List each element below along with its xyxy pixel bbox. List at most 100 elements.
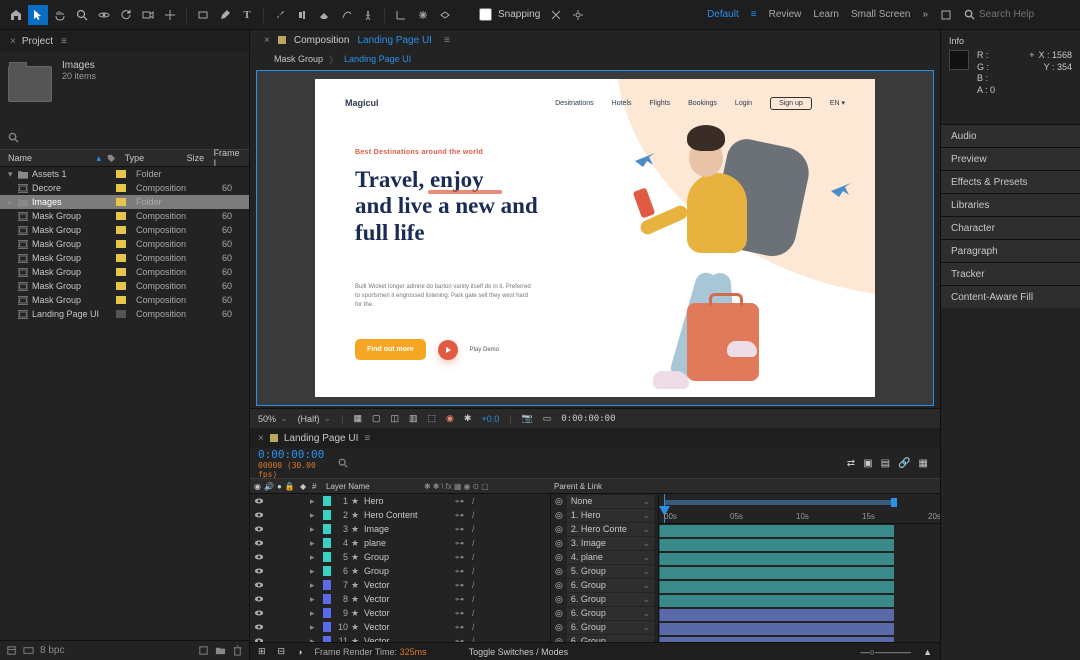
timeline-tracks[interactable]: 00s05s10s15s20s25s30s35s40s45s [658, 494, 940, 642]
expand-icon[interactable]: ▸ [310, 524, 320, 535]
tl-footer-icon[interactable]: ◑ [297, 647, 302, 657]
pickwhip-icon[interactable]: ◎ [555, 510, 563, 521]
search-help-input[interactable] [979, 9, 1069, 20]
work-area-handle[interactable] [891, 498, 897, 507]
workspace-more-icon[interactable]: » [922, 9, 928, 20]
layer-row[interactable]: ▸5★Group⊶/ [250, 550, 550, 564]
interpret-icon[interactable] [6, 645, 17, 656]
expand-icon[interactable]: ▸ [310, 566, 320, 577]
side-panel-character[interactable]: Character [941, 216, 1080, 239]
camera-tool-icon[interactable] [138, 5, 158, 25]
layer-bar[interactable] [659, 525, 894, 537]
tl-opt-icon[interactable]: ▣ [863, 458, 872, 469]
pickwhip-icon[interactable]: ◎ [555, 496, 563, 507]
layer-color-chip[interactable] [323, 524, 331, 534]
layer-row[interactable]: ▸4★plane⊶/ [250, 536, 550, 550]
clone-tool-icon[interactable] [292, 5, 312, 25]
col-layer-name[interactable]: Layer Name [326, 482, 424, 491]
color-mgmt-icon[interactable]: ◉ [446, 413, 454, 424]
col-tag-icon[interactable] [107, 154, 125, 163]
work-area-bar[interactable] [664, 500, 894, 505]
tl-footer-icon[interactable]: —○———— [861, 647, 911, 657]
project-settings-icon[interactable] [23, 645, 34, 656]
side-panel-preview[interactable]: Preview [941, 147, 1080, 170]
close-icon[interactable]: × [258, 433, 264, 444]
color-tag[interactable] [116, 254, 126, 262]
vf-icon[interactable]: ✱ [464, 413, 472, 424]
layer-switches[interactable]: ⊶/ [455, 594, 529, 605]
pen-tool-icon[interactable] [215, 5, 235, 25]
home-icon[interactable] [6, 5, 26, 25]
pickwhip-icon[interactable]: ◎ [555, 580, 563, 591]
track-row[interactable] [659, 580, 940, 594]
vf-icon[interactable]: ⬚ [428, 413, 437, 424]
track-row[interactable] [659, 538, 940, 552]
visibility-toggle[interactable] [254, 552, 264, 562]
panel-menu-icon[interactable]: ≡ [364, 433, 370, 444]
brush-tool-icon[interactable] [270, 5, 290, 25]
tl-opt-icon[interactable]: ⇄ [847, 458, 855, 469]
eraser-tool-icon[interactable] [314, 5, 334, 25]
project-item[interactable]: Mask GroupComposition60 [0, 293, 249, 307]
composition-name[interactable]: Landing Page UI [357, 35, 432, 46]
color-tag[interactable] [116, 296, 126, 304]
panel-menu-icon[interactable]: ≡ [444, 35, 450, 46]
col-name[interactable]: Name [8, 153, 96, 163]
color-tag[interactable] [116, 240, 126, 248]
vf-icon[interactable]: ▥ [409, 413, 418, 424]
color-tag[interactable] [116, 170, 126, 178]
vf-icon[interactable]: ◫ [390, 413, 399, 424]
project-item[interactable]: ▸ImagesFolder [0, 195, 249, 209]
col-size[interactable]: Size [187, 153, 210, 163]
sort-icon[interactable]: ▴ [96, 153, 101, 164]
visibility-toggle[interactable] [254, 566, 264, 576]
layer-color-chip[interactable] [323, 566, 331, 576]
parent-select[interactable]: 2. Hero Conte⌄ [567, 523, 654, 536]
layer-row[interactable]: ▸2★Hero Content⊶/ [250, 508, 550, 522]
layer-color-chip[interactable] [323, 622, 331, 632]
parent-select[interactable]: 5. Group⌄ [567, 565, 654, 578]
tl-footer-icon[interactable]: ⊟ [278, 646, 286, 657]
layer-color-chip[interactable] [323, 496, 331, 506]
workspace-small[interactable]: Small Screen [851, 9, 910, 20]
snapshot-icon[interactable]: 📷 [522, 413, 533, 424]
project-item[interactable]: Mask GroupComposition60 [0, 223, 249, 237]
workspace-review[interactable]: Review [769, 9, 802, 20]
toggle-switches-button[interactable]: Toggle Switches / Modes [469, 647, 569, 657]
side-panel-tracker[interactable]: Tracker [941, 262, 1080, 285]
color-tag[interactable] [116, 212, 126, 220]
visibility-toggle[interactable] [254, 622, 264, 632]
toolbar-extra-icon[interactable] [940, 9, 952, 21]
local-axis-icon[interactable] [391, 5, 411, 25]
layer-bar[interactable] [659, 539, 894, 551]
col-type[interactable]: Type [125, 153, 187, 163]
layer-row[interactable]: ▸7★Vector⊶/ [250, 578, 550, 592]
project-item[interactable]: Mask GroupComposition60 [0, 237, 249, 251]
side-panel-audio[interactable]: Audio [941, 124, 1080, 147]
workspace-default[interactable]: Default [707, 9, 739, 20]
bpc-label[interactable]: 8 bpc [40, 645, 64, 656]
layer-row[interactable]: ▸11★Vector⊶/ [250, 634, 550, 642]
layer-color-chip[interactable] [323, 608, 331, 618]
layer-bar[interactable] [659, 609, 894, 621]
label-header-icon[interactable]: ◆ [300, 482, 312, 491]
side-panel-effects-presets[interactable]: Effects & Presets [941, 170, 1080, 193]
snap-opt2-icon[interactable] [568, 5, 588, 25]
layer-row[interactable]: ▸1★Hero⊶/ [250, 494, 550, 508]
expand-icon[interactable]: ▸ [310, 608, 320, 619]
tl-footer-icon[interactable]: ⊞ [258, 646, 266, 657]
parent-select[interactable]: 6. Group⌄ [567, 607, 654, 620]
layer-switches[interactable]: ⊶/ [455, 608, 529, 619]
tl-opt-icon[interactable]: 🔗 [898, 458, 910, 469]
parent-select[interactable]: 1. Hero⌄ [567, 509, 654, 522]
tl-footer-icon[interactable]: ▲ [923, 647, 932, 657]
eye-header-icon[interactable]: ◉ [254, 482, 261, 491]
vf-icon[interactable]: ▭ [543, 413, 552, 424]
vf-icon[interactable]: ▢ [372, 413, 381, 424]
color-tag[interactable] [116, 198, 126, 206]
visibility-toggle[interactable] [254, 510, 264, 520]
visibility-toggle[interactable] [254, 524, 264, 534]
breadcrumb-item[interactable]: Landing Page UI [344, 54, 411, 64]
track-row[interactable] [659, 594, 940, 608]
layer-bar[interactable] [659, 553, 894, 565]
